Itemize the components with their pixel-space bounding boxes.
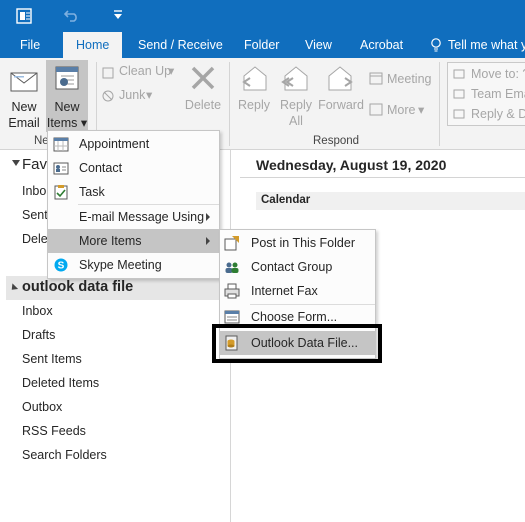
outlook-icon[interactable]	[16, 8, 32, 24]
lightbulb-icon	[431, 38, 441, 52]
new-items-label-1: New	[54, 100, 80, 114]
quick-step-reply-delete[interactable]: Reply & D	[471, 107, 525, 122]
menu-item-appointment[interactable]: Appointment	[48, 132, 219, 156]
forward-icon	[328, 66, 353, 91]
tab-file[interactable]: File	[20, 32, 40, 58]
new-email-icon	[10, 72, 38, 92]
skype-meeting-label: Skype Meeting	[79, 258, 162, 272]
group-label-respond: Respond	[313, 135, 360, 147]
clean-up-icon	[102, 67, 114, 79]
contact-card-icon	[53, 162, 69, 175]
submenu-arrow-icon	[206, 237, 210, 245]
tab-folder[interactable]: Folder	[244, 32, 279, 58]
reply-icon	[242, 66, 267, 91]
reply-button[interactable]: Reply	[237, 98, 271, 113]
tab-view[interactable]: View	[305, 32, 332, 58]
submenu-arrow-icon	[206, 213, 210, 221]
folder-search-folders[interactable]: Search Folders	[22, 448, 107, 462]
new-email-button[interactable]: New Email	[4, 62, 44, 132]
forward-button[interactable]: Forward	[318, 98, 364, 113]
quick-step-move-to[interactable]: Move to: ?	[471, 67, 525, 82]
junk-dropdown[interactable]: ▾	[146, 88, 152, 103]
calendar-icon	[53, 137, 69, 152]
contact-group-icon	[225, 262, 239, 273]
folder-outbox[interactable]: Outbox	[22, 400, 62, 414]
clean-up-button[interactable]: Clean Up	[119, 64, 171, 79]
customize-icon[interactable]	[113, 10, 123, 20]
clean-up-dropdown[interactable]: ▾	[168, 64, 174, 79]
post-icon	[224, 236, 239, 251]
menu-item-internet-fax[interactable]: Internet Fax	[220, 279, 375, 303]
favorite-deleted[interactable]: Dele	[22, 232, 48, 246]
favorite-sent[interactable]: Sent	[22, 208, 48, 222]
ribbon-separator	[229, 62, 230, 146]
title-bar	[0, 0, 525, 32]
new-items-button[interactable]: New Items ▾	[46, 60, 88, 132]
menu-item-post-in-this-folder[interactable]: Post in This Folder	[220, 231, 375, 255]
email-message-using-label: E-mail Message Using	[79, 210, 205, 224]
new-items-label-2: Items ▾	[46, 116, 88, 130]
menu-item-contact[interactable]: Contact	[48, 156, 219, 180]
form-icon	[224, 310, 240, 324]
folder-drafts[interactable]: Drafts	[22, 328, 55, 342]
meeting-button[interactable]: Meeting	[387, 72, 431, 87]
new-items-icon	[55, 66, 79, 90]
more-respond-button[interactable]: More	[387, 103, 415, 118]
reply-all-label-1[interactable]: Reply	[278, 98, 314, 113]
junk-icon	[102, 90, 114, 102]
more-respond-icon	[369, 103, 383, 116]
junk-button[interactable]: Junk	[119, 88, 145, 103]
menu-item-email-message-using[interactable]: E-mail Message Using	[48, 205, 219, 229]
more-items-label: More Items	[79, 234, 142, 248]
menu-item-skype-meeting[interactable]: S Skype Meeting	[48, 253, 219, 277]
move-to-icon	[453, 69, 465, 79]
task-clipboard-icon	[54, 185, 68, 200]
collapse-favorites-icon[interactable]	[12, 160, 20, 166]
new-email-label-2: Email	[8, 116, 40, 130]
fax-icon	[224, 283, 240, 299]
ribbon-separator	[439, 62, 440, 146]
folder-deleted-items[interactable]: Deleted Items	[22, 376, 99, 390]
task-label: Task	[79, 185, 105, 199]
divider	[240, 177, 525, 178]
post-in-this-folder-label: Post in This Folder	[251, 236, 355, 250]
svg-text:S: S	[58, 261, 65, 272]
appointment-label: Appointment	[79, 137, 150, 151]
contact-group-label: Contact Group	[251, 260, 333, 274]
skype-icon: S	[54, 258, 68, 272]
new-items-menu: Appointment Contact Task E-mail Message …	[47, 130, 220, 279]
tab-home[interactable]: Home	[63, 32, 123, 58]
internet-fax-label: Internet Fax	[251, 284, 318, 298]
account-header[interactable]: outlook data file	[22, 279, 133, 295]
tab-acrobat[interactable]: Acrobat	[360, 32, 403, 58]
reply-delete-icon	[453, 109, 465, 119]
date-header: Wednesday, August 19, 2020	[256, 157, 447, 173]
new-email-label-1: New	[11, 100, 37, 114]
calendar-section-label: Calendar	[261, 194, 311, 206]
ribbon-tabs: File Home Send / Receive Folder View Acr…	[0, 32, 525, 58]
folder-inbox[interactable]: Inbox	[22, 304, 53, 318]
favorite-inbox[interactable]: Inbo	[22, 184, 46, 198]
menu-item-more-items[interactable]: More Items	[48, 229, 219, 253]
tab-send-receive[interactable]: Send / Receive	[138, 32, 223, 58]
quick-step-team-email[interactable]: Team Ema	[471, 87, 525, 102]
folder-rss-feeds[interactable]: RSS Feeds	[22, 424, 86, 438]
delete-icon	[191, 66, 215, 90]
reply-all-label-2[interactable]: All	[278, 114, 314, 129]
delete-button[interactable]: Delete	[184, 98, 222, 113]
menu-item-task[interactable]: Task	[48, 180, 219, 204]
more-respond-dropdown[interactable]: ▾	[418, 103, 424, 118]
folder-sent-items[interactable]: Sent Items	[22, 352, 82, 366]
highlight-outline	[212, 324, 382, 363]
contact-label: Contact	[79, 161, 123, 175]
undo-icon[interactable]	[64, 8, 80, 22]
team-email-icon	[453, 89, 465, 99]
meeting-icon	[369, 72, 383, 85]
reply-all-icon	[281, 66, 308, 91]
tell-me-box[interactable]: Tell me what y	[448, 32, 525, 58]
menu-item-contact-group[interactable]: Contact Group	[220, 255, 375, 279]
